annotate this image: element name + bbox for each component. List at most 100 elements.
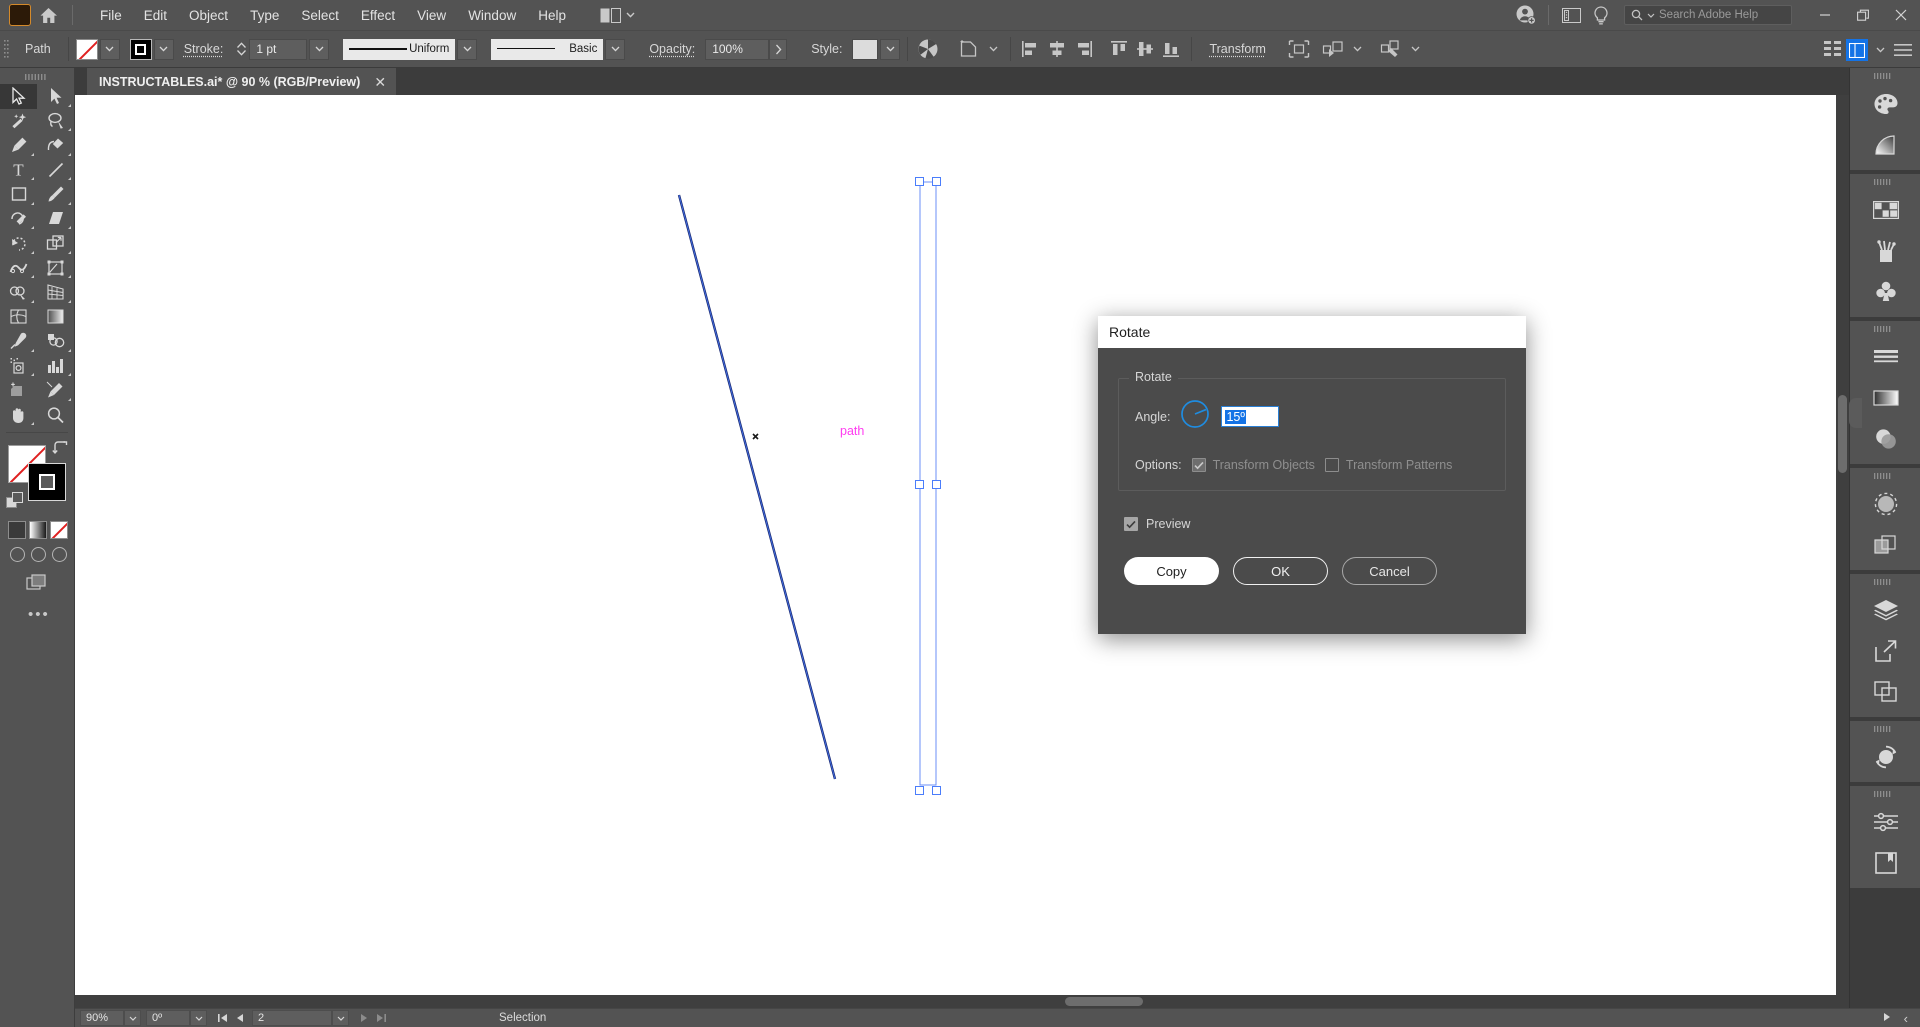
edit-toolbar-icon[interactable] — [1378, 37, 1404, 61]
copy-button[interactable]: Copy — [1124, 557, 1219, 585]
dock-grip[interactable] — [1850, 721, 1920, 736]
tool-symbol-sprayer[interactable] — [0, 354, 37, 379]
appearance-panel-icon[interactable] — [1850, 483, 1920, 524]
stroke-panel-icon[interactable] — [1850, 336, 1920, 377]
menu-window[interactable]: Window — [457, 3, 527, 28]
tool-shaper[interactable] — [0, 207, 37, 232]
home-icon[interactable] — [31, 0, 65, 30]
libraries-panel-icon[interactable] — [1850, 842, 1920, 883]
fill-swatch[interactable] — [75, 38, 98, 60]
opacity-mask-icon[interactable] — [915, 37, 941, 61]
angle-dial-icon[interactable] — [1180, 399, 1210, 434]
previous-artboard-button[interactable] — [232, 1010, 247, 1026]
tool-gradient[interactable] — [37, 305, 74, 330]
tool-width[interactable] — [0, 256, 37, 281]
workspace-switcher-icon[interactable] — [1556, 0, 1586, 30]
stroke-swatch[interactable] — [129, 38, 152, 60]
tool-curvature[interactable] — [37, 133, 74, 158]
dock-grip[interactable] — [1850, 786, 1920, 801]
collapse-dock-icon[interactable] — [1849, 398, 1862, 428]
tool-eraser[interactable] — [37, 207, 74, 232]
close-icon[interactable]: ✕ — [374, 75, 386, 89]
dock-grip[interactable] — [1850, 321, 1920, 336]
swatches-panel-icon[interactable] — [1850, 189, 1920, 230]
restore-button[interactable] — [1844, 0, 1882, 30]
stroke-color-swatch[interactable] — [28, 463, 66, 501]
properties-panel-icon[interactable] — [1846, 39, 1868, 61]
workspace-chevron[interactable] — [1870, 40, 1890, 61]
tools-panel-grip[interactable] — [0, 68, 74, 81]
more-tools-button[interactable]: ••• — [0, 592, 74, 623]
draw-behind-icon[interactable] — [31, 547, 46, 562]
menu-object[interactable]: Object — [178, 3, 239, 28]
status-collapse-icon[interactable]: ‹ — [1904, 1011, 1908, 1026]
draw-inside-icon[interactable] — [52, 547, 67, 562]
menu-effect[interactable]: Effect — [350, 3, 406, 28]
document-tab[interactable]: INSTRUCTABLES.ai* @ 90 % (RGB/Preview) ✕ — [87, 68, 397, 95]
select-similar-icon[interactable] — [1320, 37, 1346, 61]
search-input[interactable]: Search Adobe Help — [1624, 5, 1792, 25]
ok-button[interactable]: OK — [1233, 557, 1328, 585]
swap-fill-stroke-icon[interactable] — [52, 441, 68, 460]
brush-definition-select[interactable]: Basic — [491, 38, 604, 60]
tool-lasso[interactable] — [37, 109, 74, 134]
zoom-level-chevron[interactable] — [124, 1010, 141, 1026]
fill-dropdown-chevron[interactable] — [99, 38, 120, 60]
tool-rotate[interactable] — [0, 231, 37, 256]
edit-toolbar-chevron[interactable] — [1406, 39, 1426, 60]
tool-blend[interactable] — [37, 329, 74, 354]
preview-checkbox[interactable] — [1124, 517, 1138, 531]
tool-perspective-grid[interactable] — [37, 280, 74, 305]
brush-definition-chevron[interactable] — [605, 38, 626, 60]
menu-select[interactable]: Select — [290, 3, 350, 28]
stroke-dropdown-chevron[interactable] — [153, 38, 174, 60]
artboard-number-input[interactable]: 2 — [252, 1010, 332, 1026]
tool-scale[interactable] — [37, 231, 74, 256]
last-art board-button[interactable] — [374, 1010, 389, 1026]
stroke-weight-stepper[interactable] — [233, 38, 249, 60]
horizontal-scrollbar-thumb[interactable] — [1065, 997, 1143, 1006]
graphic-styles-panel-icon[interactable] — [1850, 524, 1920, 565]
tool-mesh[interactable] — [0, 305, 37, 330]
graphic-style-swatch[interactable] — [852, 38, 879, 60]
stroke-weight-chevron[interactable] — [309, 38, 330, 60]
tool-pen[interactable] — [0, 133, 37, 158]
status-play-icon[interactable] — [1883, 1009, 1892, 1027]
dock-grip[interactable] — [1850, 574, 1920, 589]
next-artboard-button[interactable] — [357, 1010, 372, 1026]
default-fill-stroke-icon[interactable] — [6, 492, 24, 515]
control-bar-grip[interactable] — [3, 38, 10, 60]
tool-artboard[interactable] — [0, 378, 37, 403]
menu-help[interactable]: Help — [527, 3, 577, 28]
shape-options-chevron[interactable] — [983, 39, 1003, 60]
stroke-profile-chevron[interactable] — [457, 38, 478, 60]
stroke-weight-input[interactable]: 1 pt — [249, 38, 308, 60]
add-user-icon[interactable] — [1511, 0, 1541, 30]
opacity-input[interactable]: 100% — [705, 38, 770, 60]
transform-patterns-checkbox[interactable] — [1324, 458, 1339, 472]
opacity-expand-arrow[interactable] — [769, 38, 788, 60]
isolate-selected-icon[interactable] — [1286, 37, 1312, 61]
minimize-button[interactable] — [1806, 0, 1844, 30]
stroke-profile-select[interactable]: Uniform — [343, 38, 456, 60]
dock-grip[interactable] — [1850, 174, 1920, 189]
align-left-icon[interactable] — [1018, 37, 1044, 61]
tool-type[interactable]: T — [0, 158, 37, 183]
tool-direct-selection[interactable] — [37, 84, 74, 109]
angle-input[interactable]: 15º — [1221, 406, 1280, 427]
tool-magic-wand[interactable] — [0, 109, 37, 134]
cancel-button[interactable]: Cancel — [1342, 557, 1437, 585]
vertical-scrollbar[interactable] — [1836, 95, 1849, 1008]
menu-edit[interactable]: Edit — [133, 3, 178, 28]
draw-normal-icon[interactable] — [10, 547, 25, 562]
color-panel-icon[interactable] — [1850, 83, 1920, 124]
artboard-chevron[interactable] — [332, 1010, 349, 1026]
color-guide-panel-icon[interactable] — [1850, 124, 1920, 165]
dock-grip[interactable] — [1850, 68, 1920, 83]
panel-menu-icon[interactable] — [1890, 38, 1916, 62]
asset-export-panel-icon[interactable] — [1850, 630, 1920, 671]
dock-grip[interactable] — [1850, 468, 1920, 483]
transform-panel-icon[interactable] — [1850, 736, 1920, 777]
tool-eyedropper[interactable] — [0, 329, 37, 354]
align-top-icon[interactable] — [1106, 37, 1132, 61]
